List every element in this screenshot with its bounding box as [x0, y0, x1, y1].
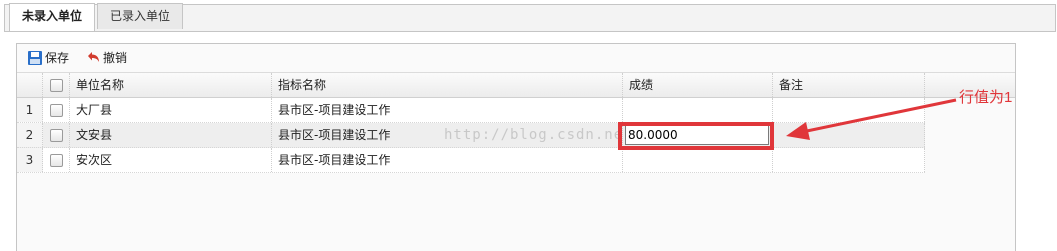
- row-number: 1: [17, 98, 43, 122]
- cell-note[interactable]: [773, 148, 925, 172]
- row-checkbox[interactable]: [50, 154, 63, 167]
- undo-button[interactable]: 撤销: [83, 48, 127, 68]
- cell-unit-name[interactable]: 文安县: [70, 123, 272, 147]
- cell-indicator-name[interactable]: 县市区-项目建设工作: [272, 148, 623, 172]
- save-label: 保存: [45, 51, 70, 65]
- header-note[interactable]: 备注: [773, 73, 925, 97]
- cell-score[interactable]: [623, 98, 773, 122]
- row-select[interactable]: [43, 148, 70, 172]
- row-select[interactable]: [43, 98, 70, 122]
- header-rownum: [17, 73, 43, 97]
- cell-note[interactable]: [773, 98, 925, 122]
- header-indicator-name[interactable]: 指标名称: [272, 73, 623, 97]
- row-checkbox[interactable]: [50, 104, 63, 117]
- table-row-editing[interactable]: 2 文安县 县市区-项目建设工作: [17, 123, 925, 148]
- grid-panel: 保存 撤销 单位名称 指标名称 成绩 备注 1 大厂县 县市区-项目建设工作 2…: [16, 43, 1016, 251]
- table-row[interactable]: 1 大厂县 县市区-项目建设工作: [17, 98, 925, 123]
- cell-unit-name[interactable]: 大厂县: [70, 98, 272, 122]
- table-row[interactable]: 3 安次区 县市区-项目建设工作: [17, 148, 925, 173]
- score-edit-input[interactable]: [625, 125, 769, 145]
- tab-entered-units[interactable]: 已录入单位: [97, 3, 184, 29]
- row-number: 3: [17, 148, 43, 172]
- row-select[interactable]: [43, 123, 70, 147]
- cell-unit-name[interactable]: 安次区: [70, 148, 272, 172]
- cell-indicator-name[interactable]: 县市区-项目建设工作: [272, 98, 623, 122]
- toolbar: 保存 撤销: [17, 44, 1015, 72]
- save-icon: [28, 51, 42, 65]
- save-button[interactable]: 保存: [25, 48, 69, 68]
- header-unit-name[interactable]: 单位名称: [70, 73, 272, 97]
- row-number: 2: [17, 123, 43, 147]
- cell-note[interactable]: [773, 123, 925, 147]
- cell-score[interactable]: [623, 148, 773, 172]
- undo-label: 撤销: [103, 51, 128, 65]
- undo-arrow-icon: [88, 52, 99, 62]
- cell-indicator-name[interactable]: 县市区-项目建设工作: [272, 123, 623, 147]
- header-score[interactable]: 成绩: [623, 73, 773, 97]
- select-all-checkbox[interactable]: [50, 79, 63, 92]
- row-checkbox[interactable]: [50, 129, 63, 142]
- tab-unentered-units[interactable]: 未录入单位: [9, 3, 96, 32]
- grid-header: 单位名称 指标名称 成绩 备注: [17, 72, 1015, 98]
- header-select-all[interactable]: [43, 73, 70, 97]
- tab-divider: [4, 31, 1056, 32]
